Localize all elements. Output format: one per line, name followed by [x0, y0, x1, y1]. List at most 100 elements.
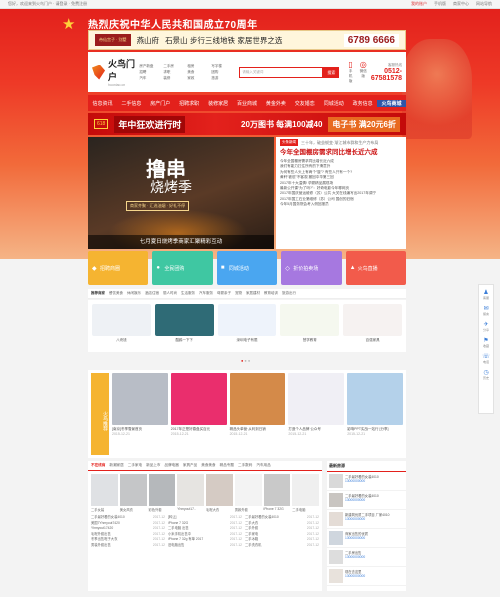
merchant-card[interactable]: 酷鸥一下下: [154, 304, 214, 348]
side-tool[interactable]: ✉ 留言: [483, 305, 489, 316]
side-tool[interactable]: ◷ 历史: [483, 369, 489, 380]
ad-banner[interactable]: 帝仙宫子 · 别墅 燕山府 石景山 步行三线地铁 家居世界之选 6789 666…: [88, 30, 406, 50]
category-link[interactable]: 房产新盘: [139, 64, 161, 69]
tab[interactable]: 美食美食: [201, 463, 215, 468]
category-link[interactable]: 求职: [163, 70, 185, 75]
right-item[interactable]: 新建筑优质二手项目 厂家4010 13000000000: [327, 510, 406, 529]
category-link[interactable]: 美食: [187, 70, 209, 75]
nav-item[interactable]: 招聘求职: [175, 100, 204, 107]
nav-item[interactable]: 交友婚恋: [290, 100, 319, 107]
news-headline[interactable]: 今年全国棚房需求同比增长近六成: [280, 149, 402, 157]
tab[interactable]: 二手家电: [128, 463, 142, 468]
thumb-item[interactable]: 二手电脑: [292, 474, 319, 512]
top-link[interactable]: 商家中心: [453, 1, 469, 7]
tile[interactable]: ▲ 火鸟直播: [345, 251, 407, 285]
right-item[interactable]: 商家出售的优质 13000000000: [327, 529, 406, 548]
nav-item[interactable]: 同城活动: [319, 100, 348, 107]
merchant-card[interactable]: 慧学教育: [280, 304, 340, 348]
category-link[interactable]: 租房: [187, 64, 209, 69]
recommend-card[interactable]: 精品头单营·从利到日销 2015-12-21: [229, 373, 286, 455]
category-link[interactable]: 二手房: [163, 64, 185, 69]
thumb-item[interactable]: Yhmyout17..: [177, 474, 204, 512]
link-tab[interactable]: 母婴亲子: [217, 291, 231, 296]
tab[interactable]: 精品专题: [220, 463, 234, 468]
tile[interactable]: ■ 同城活动: [216, 251, 278, 285]
link-tab[interactable]: 餐饮美食: [109, 291, 123, 296]
link-tab[interactable]: 家居建材: [246, 291, 260, 296]
link-tab[interactable]: 教育培训: [264, 291, 278, 296]
promo-banner[interactable]: 618 年中狂欢进行时 20万图书 每满100减40 电子书 满20元6折: [88, 113, 406, 135]
nav-item[interactable]: 装修家居: [204, 100, 233, 107]
merchant-card[interactable]: 百强家具: [343, 304, 402, 348]
top-link[interactable]: 我的账户: [411, 1, 427, 7]
thumb-item[interactable]: 男款外套: [234, 474, 262, 512]
top-link[interactable]: 手机版: [434, 1, 446, 7]
nav-item-mall[interactable]: 火鸟商城: [377, 99, 406, 107]
side-tool[interactable]: ♟ 客服: [483, 289, 489, 300]
wechat-link[interactable]: ◎ 微信版: [360, 60, 367, 84]
item-phone: 13000000000: [345, 517, 366, 521]
link-tab[interactable]: 酒店住宿: [145, 291, 159, 296]
side-tool[interactable]: ✈ 分享: [483, 321, 489, 332]
listing-row[interactable]: 男装外套出售 2017-12: [91, 543, 165, 549]
nav-item[interactable]: 二手信息: [117, 100, 146, 107]
top-link[interactable]: 网站导航: [476, 1, 492, 7]
tile[interactable]: ◇ 折价拍卖场: [281, 251, 342, 285]
merchant-card[interactable]: 深圳电子有限: [217, 304, 277, 348]
right-item[interactable]: 二手最好看的女装4010 13000000000: [327, 472, 406, 491]
logo-name: 火鸟门户: [108, 59, 136, 82]
search-button[interactable]: 搜索: [323, 66, 340, 78]
carousel-dots[interactable]: ●●●: [241, 358, 251, 363]
side-tool[interactable]: ☏ 电话: [482, 353, 490, 364]
tab[interactable]: 汽车用品: [256, 463, 270, 468]
listing-row[interactable]: 二手洗衣机 2017-12: [245, 543, 319, 549]
link-tab[interactable]: 生活服务: [181, 291, 195, 296]
tile[interactable]: ◆ 招聘商圈: [88, 251, 149, 285]
category-link[interactable]: 招聘: [139, 70, 161, 75]
main-slider[interactable]: 撸串 烧烤季 商家齐聚 · 汇选油烟 · 好礼不停 七月夏日烧烤季商家汇聚精彩互…: [88, 137, 274, 249]
category-link[interactable]: 团购: [211, 70, 233, 75]
right-item[interactable]: 二手房出售 13000000000: [327, 548, 406, 567]
recommend-card[interactable]: 2017年正是好春盘买百元 2015-12-21: [170, 373, 227, 455]
tab[interactable]: 不在线商: [91, 463, 105, 468]
category-link[interactable]: 装修: [163, 76, 185, 81]
category-link[interactable]: 家政: [187, 76, 209, 81]
side-tool[interactable]: ⚑ 收藏: [483, 337, 489, 348]
recommend-card[interactable]: 影响PPT实战一站行 [分享] 2015-12-21: [347, 373, 403, 455]
thumb-item[interactable]: iPhone 7 32G: [263, 474, 291, 512]
right-item[interactable]: 现在去这里 13000000000: [327, 567, 406, 586]
mobile-link[interactable]: ▯ 手机版: [347, 60, 353, 84]
news-item[interactable]: 今年5月国务院会考入侧回报员: [280, 202, 402, 207]
nav-item[interactable]: 黄金外卖: [261, 100, 290, 107]
tab[interactable]: 新潮家居: [109, 463, 123, 468]
recommend-card[interactable]: [南京]冬季雪景首页 2015-12-21: [112, 373, 168, 455]
link-tab[interactable]: 丽人时尚: [163, 291, 177, 296]
nav-item[interactable]: 百业商城: [233, 100, 262, 107]
site-logo[interactable]: 火鸟门户 huoniao.cn: [92, 57, 139, 87]
category-link[interactable]: 写字楼: [211, 64, 233, 69]
category-link[interactable]: 旅游: [211, 76, 233, 81]
link-tab[interactable]: 推荐商家: [91, 291, 105, 296]
merchant-card[interactable]: 八块钱: [92, 304, 151, 348]
nav-item[interactable]: 房产门户: [146, 100, 175, 107]
link-tab[interactable]: 旅游出行: [282, 291, 296, 296]
thumb-item[interactable]: 美女风衣: [119, 474, 147, 512]
listing-row[interactable]: 旧电脑出售 2017-12: [168, 543, 242, 549]
thumb-item[interactable]: 彩色外套: [148, 474, 176, 512]
tab[interactable]: 新品上市: [146, 463, 160, 468]
search-input[interactable]: 请输入关键词: [239, 66, 324, 78]
category-link[interactable]: 汽车: [139, 76, 161, 81]
recommend-card[interactable]: 打造个人品牌 公众号 2015-12-21: [288, 373, 345, 455]
tab[interactable]: 品牌电器: [165, 463, 179, 468]
tile[interactable]: ● 全民团购: [152, 251, 213, 285]
nav-item[interactable]: 信息资讯: [88, 100, 117, 107]
tab[interactable]: 二手数码: [238, 463, 252, 468]
thumb-item[interactable]: 毛呢大衣: [206, 474, 233, 512]
link-tab[interactable]: 宠物: [235, 291, 242, 296]
link-tab[interactable]: 汽车服务: [199, 291, 213, 296]
tab[interactable]: 家具产品: [183, 463, 197, 468]
thumb-item[interactable]: 二手女装: [91, 474, 118, 512]
nav-item[interactable]: 政务信息: [348, 100, 377, 107]
right-item[interactable]: 二手最好看的女装4010 13000000000: [327, 491, 406, 510]
link-tab[interactable]: 休闲娱乐: [127, 291, 141, 296]
